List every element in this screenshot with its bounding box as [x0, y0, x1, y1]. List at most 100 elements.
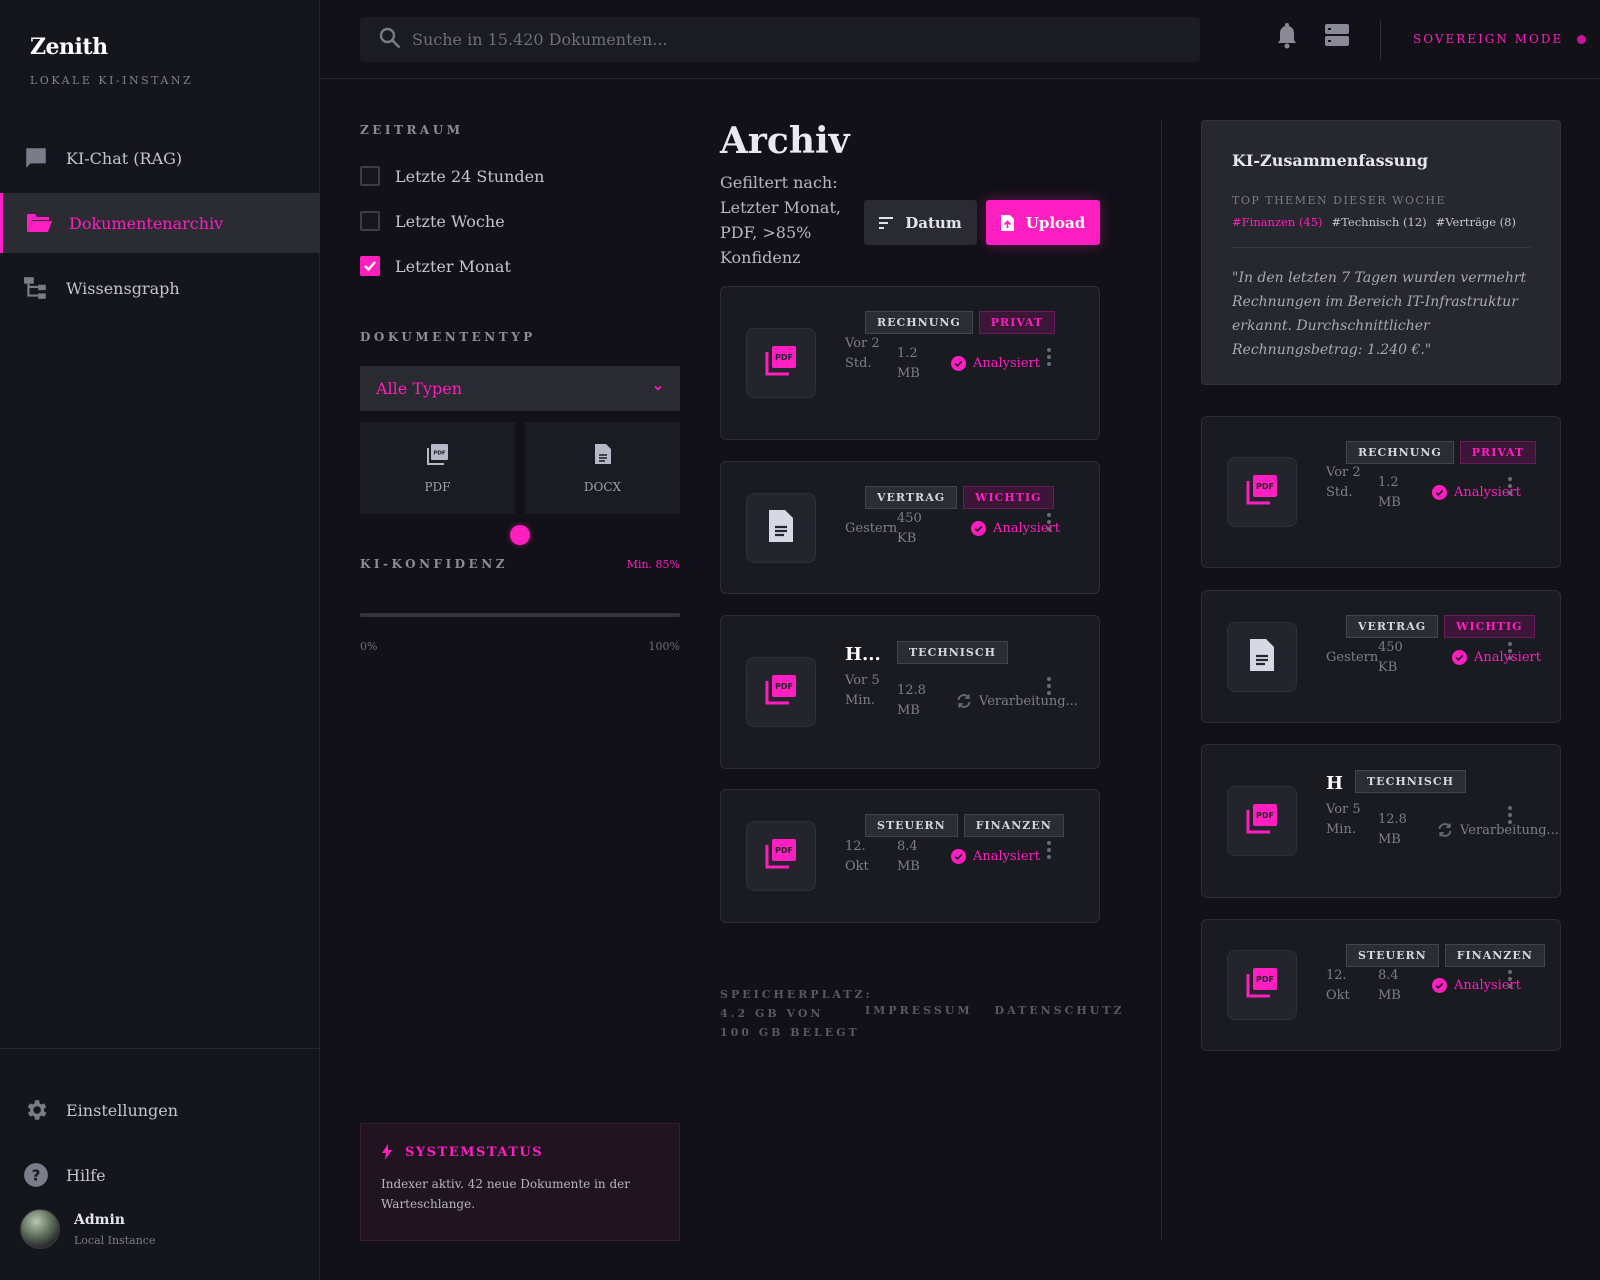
- filter-last-month[interactable]: Letzter Monat: [360, 256, 511, 276]
- category-tag[interactable]: RECHNUNG: [1346, 441, 1454, 464]
- column-divider: [1161, 120, 1162, 1240]
- topic-tag[interactable]: #Finanzen (45): [1232, 215, 1323, 229]
- search-input[interactable]: [412, 30, 1172, 49]
- more-options-icon[interactable]: [1046, 841, 1052, 862]
- gear-icon: [22, 1096, 50, 1124]
- document-card[interactable]: VERTRAGWICHTIGGestern450 KBAnalysiert: [720, 461, 1100, 594]
- document-thumbnail: [746, 492, 816, 563]
- user-name: Admin: [74, 1211, 125, 1228]
- more-options-icon[interactable]: [1507, 641, 1513, 663]
- document-card[interactable]: VERTRAGWICHTIGGestern450 KBAnalysiert: [1201, 590, 1561, 723]
- document-date: Vor 2 Std.: [845, 336, 880, 371]
- ai-summary-quote: "In den letzten 7 Tagen wurden vermehrt …: [1232, 270, 1527, 358]
- footer-link-impressum[interactable]: IMPRESSUM: [865, 1004, 973, 1017]
- checkbox-checked[interactable]: [360, 256, 380, 276]
- sort-date-button[interactable]: Datum: [864, 200, 977, 245]
- doctype-select[interactable]: Alle Typen: [360, 366, 680, 411]
- filter-last-24h[interactable]: Letzte 24 Stunden: [360, 166, 544, 186]
- user-profile[interactable]: Admin Local Instance: [20, 1209, 155, 1249]
- server-icon[interactable]: [1323, 20, 1351, 50]
- category-tag[interactable]: VERTRAG: [1346, 615, 1439, 638]
- topic-tag[interactable]: #Technisch (12): [1332, 215, 1427, 229]
- sovereign-mode-indicator[interactable]: SOVEREIGN MODE: [1413, 32, 1587, 46]
- search-bar[interactable]: [360, 17, 1200, 62]
- check-circle-icon: [951, 356, 966, 371]
- sidebar-item-einstellungen[interactable]: Einstellungen: [0, 1080, 320, 1140]
- more-options-icon[interactable]: [1046, 348, 1052, 369]
- document-card[interactable]: PDF STEUERN FINANZEN 12. Okt 8.4 MB Analysier…: [1201, 919, 1561, 1051]
- help-icon: ?: [22, 1161, 50, 1189]
- category-tag[interactable]: PRIVAT: [1459, 441, 1537, 464]
- tag-list: STEUERN FINANZEN: [865, 814, 1070, 837]
- doctype-tile-pdf[interactable]: PDF PDF: [360, 422, 515, 514]
- more-options-icon[interactable]: [1507, 806, 1513, 827]
- category-tag[interactable]: WICHTIG: [1444, 615, 1535, 638]
- sidebar-item-hilfe[interactable]: ? Hilfe: [0, 1145, 320, 1205]
- document-size: 8.4 MB: [1378, 968, 1401, 1003]
- confidence-slider-track[interactable]: [360, 613, 680, 617]
- more-options-icon[interactable]: [1507, 477, 1513, 498]
- checkbox[interactable]: [360, 166, 380, 186]
- document-card[interactable]: PDF RECHNUNG PRIVAT Vor 2 Std. 1.2 MB Analysi…: [720, 286, 1100, 440]
- more-options-icon[interactable]: [1046, 677, 1052, 698]
- sidebar-item-wissensgraph[interactable]: Wissensgraph: [0, 258, 320, 318]
- slider-max-label: 100%: [648, 640, 680, 653]
- sidebar-item-dokumentenarchiv[interactable]: Dokumentenarchiv: [0, 193, 320, 253]
- brand-subtitle: LOKALE KI-INSTANZ: [30, 74, 194, 87]
- sidebar-item-ki-chat[interactable]: KI-Chat (RAG): [0, 128, 320, 188]
- document-card[interactable]: PDF RECHNUNG PRIVAT Vor 2 Std. 1.2 MB Analysi…: [1201, 416, 1561, 568]
- document-date: Vor 5 Min.: [1326, 802, 1361, 837]
- category-tag[interactable]: TECHNISCH: [1355, 770, 1467, 793]
- pdf-thumbnail: PDF: [746, 821, 816, 891]
- check-circle-icon: [1432, 485, 1447, 500]
- sidebar-divider: [0, 1048, 320, 1049]
- notification-bell-icon[interactable]: [1273, 20, 1301, 50]
- user-instance: Local Instance: [74, 1233, 156, 1247]
- document-title: H...: [845, 644, 881, 665]
- pdf-file-icon: PDF: [764, 344, 798, 382]
- pdf-file-icon: PDF: [764, 673, 798, 711]
- svg-text:PDF: PDF: [775, 353, 793, 362]
- doctype-select-value: Alle Typen: [376, 379, 463, 398]
- page-title: Archiv: [720, 120, 850, 162]
- svg-text:PDF: PDF: [433, 450, 446, 456]
- category-tag[interactable]: STEUERN: [865, 814, 958, 837]
- category-tag[interactable]: PRIVAT: [978, 311, 1056, 334]
- document-date: Vor 2 Std.: [1326, 465, 1361, 500]
- category-tag[interactable]: VERTRAG: [865, 486, 958, 509]
- document-card[interactable]: PDF TECHNISCH H... Vor 5 Min. 12.8 MB Verarbe…: [720, 615, 1100, 769]
- storage-info: SPEICHERPLATZ: 4.2 GB VON 100 GB BELEGT: [720, 985, 870, 1042]
- tag-list: RECHNUNG PRIVAT: [1346, 441, 1542, 464]
- category-tag[interactable]: WICHTIG: [963, 486, 1054, 509]
- category-tag[interactable]: TECHNISCH: [897, 641, 1009, 664]
- system-status-header: SYSTEMSTATUS: [381, 1144, 659, 1160]
- sync-icon: [956, 693, 972, 709]
- filter-last-week[interactable]: Letzte Woche: [360, 211, 505, 231]
- topic-tag[interactable]: #Verträge (8): [1436, 215, 1516, 229]
- category-tag[interactable]: FINANZEN: [963, 814, 1064, 837]
- status-dot: [1577, 34, 1587, 44]
- document-card[interactable]: PDF STEUERN FINANZEN 12. Okt 8.4 MB Analysier…: [720, 789, 1100, 923]
- slider-min-label: 0%: [360, 640, 378, 653]
- more-options-icon[interactable]: [1046, 512, 1052, 534]
- topbar-divider: [1380, 20, 1381, 60]
- upload-button[interactable]: Upload: [986, 200, 1100, 245]
- more-options-icon[interactable]: [1507, 970, 1513, 991]
- svg-text:PDF: PDF: [1256, 975, 1274, 984]
- doctype-tile-docx[interactable]: DOCX: [525, 422, 680, 514]
- category-tag[interactable]: FINANZEN: [1444, 944, 1545, 967]
- pdf-thumbnail: PDF: [1227, 786, 1297, 856]
- ai-summary-title: KI-Zusammenfassung: [1232, 151, 1429, 170]
- doctype-tile-label: PDF: [424, 479, 451, 494]
- confidence-slider-thumb[interactable]: [510, 525, 530, 545]
- document-card[interactable]: PDF TECHNISCH H Vor 5 Min. 12.8 MB Verarbeitu…: [1201, 744, 1561, 898]
- category-tag[interactable]: STEUERN: [1346, 944, 1439, 967]
- pdf-file-icon: PDF: [1245, 802, 1279, 840]
- checkbox[interactable]: [360, 211, 380, 231]
- category-tag[interactable]: RECHNUNG: [865, 311, 973, 334]
- document-size: 12.8 MB: [897, 683, 926, 718]
- document-date: 12. Okt: [845, 839, 869, 874]
- svg-text:?: ?: [32, 1166, 41, 1184]
- pdf-thumbnail: PDF: [746, 328, 816, 398]
- footer-link-datenschutz[interactable]: DATENSCHUTZ: [995, 1004, 1125, 1017]
